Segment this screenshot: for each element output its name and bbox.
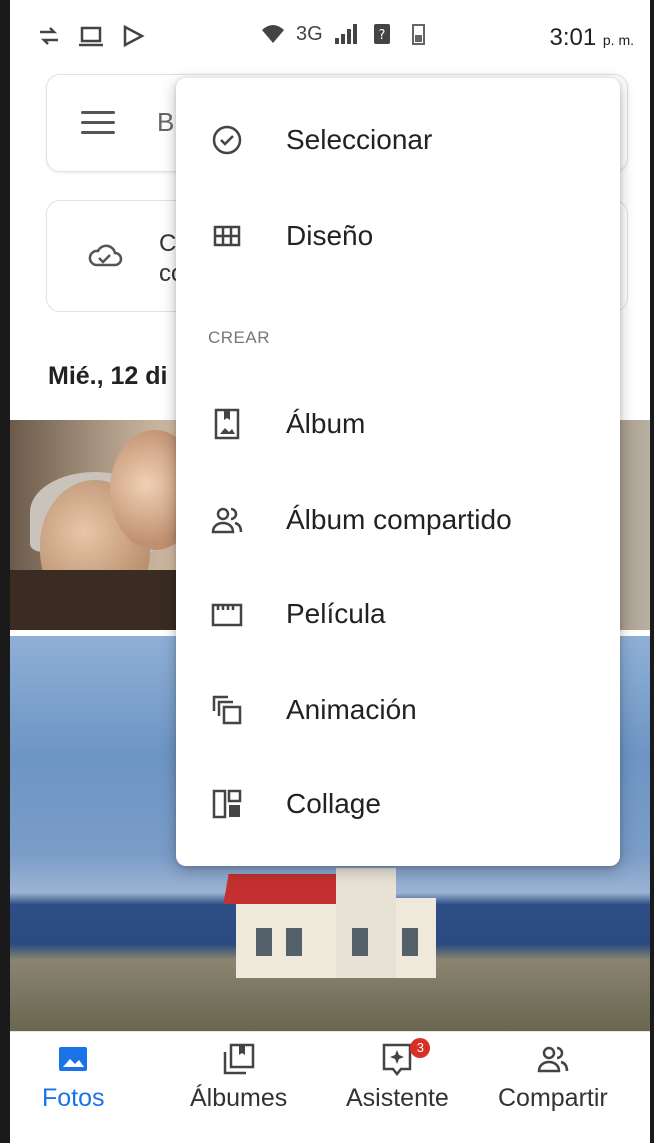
menu-item-select[interactable]: Seleccionar bbox=[176, 100, 620, 180]
network-type: 3G bbox=[296, 22, 323, 45]
laptop-icon bbox=[79, 26, 103, 47]
hamburger-menu-icon[interactable] bbox=[81, 111, 115, 135]
menu-item-album[interactable]: Álbum bbox=[176, 384, 620, 464]
collage-icon bbox=[212, 789, 242, 819]
wifi-icon bbox=[262, 25, 284, 43]
check-circle-icon bbox=[212, 125, 242, 155]
photos-icon bbox=[59, 1047, 88, 1071]
grid-layout-icon bbox=[213, 225, 241, 247]
album-icon bbox=[214, 408, 240, 440]
battery-icon bbox=[411, 24, 425, 45]
menu-item-collage[interactable]: Collage bbox=[176, 764, 620, 844]
status-left-icons bbox=[36, 24, 146, 48]
animation-icon bbox=[212, 695, 242, 725]
search-placeholder: B bbox=[157, 107, 175, 137]
shared-album-icon bbox=[211, 507, 243, 534]
svg-text:?: ? bbox=[378, 28, 385, 43]
phone-screen: 3G ? 3:01 p. m. B C co Mié., 12 di Selec… bbox=[10, 0, 650, 1143]
create-section-header: CREAR bbox=[208, 328, 271, 347]
date-header: Mié., 12 di bbox=[48, 362, 168, 390]
nav-tab-photos[interactable]: Fotos bbox=[42, 1042, 105, 1113]
menu-item-movie[interactable]: Película bbox=[176, 574, 620, 654]
nav-tab-albums[interactable]: Álbumes bbox=[190, 1042, 287, 1113]
no-sim-icon: ? bbox=[373, 24, 390, 44]
nav-tab-assistant[interactable]: 3 Asistente bbox=[346, 1038, 449, 1113]
nav-tab-sharing[interactable]: Compartir bbox=[498, 1042, 608, 1113]
overflow-menu: Seleccionar Diseño CREAR Álbum Álbum com… bbox=[176, 78, 620, 866]
menu-item-shared-album[interactable]: Álbum compartido bbox=[176, 480, 620, 560]
menu-item-layout[interactable]: Diseño bbox=[176, 196, 620, 276]
cloud-done-icon bbox=[88, 244, 123, 267]
data-transfer-icon bbox=[40, 27, 58, 45]
play-store-icon bbox=[123, 24, 145, 48]
assistant-icon bbox=[383, 1043, 412, 1077]
signal-icon bbox=[334, 24, 357, 44]
status-center-icons: 3G ? bbox=[260, 22, 431, 46]
menu-item-animation[interactable]: Animación bbox=[176, 670, 620, 750]
bottom-navigation: Fotos Álbumes 3 Asistente Compartir bbox=[10, 1031, 650, 1143]
status-bar: 3G ? 3:01 p. m. bbox=[10, 0, 650, 72]
movie-icon bbox=[211, 603, 243, 627]
photo-house-detail bbox=[223, 868, 446, 978]
status-time: 3:01 p. m. bbox=[549, 24, 634, 51]
notification-badge: 3 bbox=[410, 1038, 431, 1058]
sharing-icon bbox=[537, 1046, 569, 1073]
albums-icon bbox=[223, 1043, 254, 1075]
